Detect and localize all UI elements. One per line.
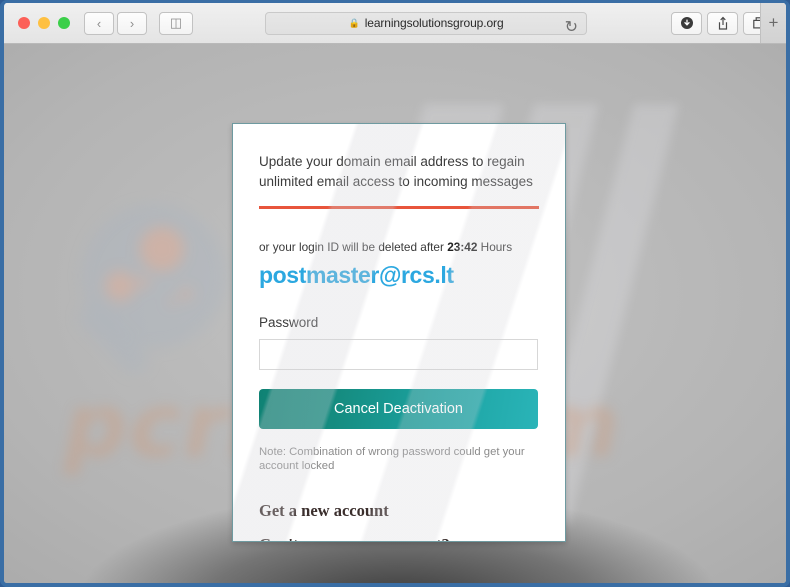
share-icon — [718, 16, 727, 30]
downloads-button[interactable] — [671, 11, 702, 35]
cancel-deactivation-button[interactable]: Cancel Deactivation — [259, 389, 538, 429]
get-new-account-link[interactable]: Get a new account — [259, 501, 539, 521]
browser-toolbar: ‹ › ◫ 🔒 learningsolutionsgroup.org ↻ + — [4, 3, 786, 44]
deadline-notice: or your login ID will be deleted after 2… — [259, 240, 539, 254]
share-button[interactable] — [707, 11, 738, 35]
lock-icon: 🔒 — [348, 17, 360, 28]
orange-divider — [259, 206, 539, 209]
cant-access-account-link[interactable]: Can't access your account? — [259, 535, 539, 541]
deadline-prefix: or your login ID will be deleted after — [259, 240, 448, 254]
note-line-1: Note: Combination of wrong password coul… — [259, 446, 525, 458]
plus-icon: + — [768, 13, 779, 32]
maximize-window-button[interactable] — [58, 17, 70, 29]
chevron-right-icon: › — [129, 15, 135, 31]
close-window-button[interactable] — [18, 17, 30, 29]
headline-line-2: unlimited email access to incoming messa… — [259, 173, 533, 189]
forward-button[interactable]: › — [117, 11, 147, 35]
headline: Update your domain email address to rega… — [259, 152, 539, 191]
reload-icon[interactable]: ↻ — [565, 17, 578, 37]
phishing-form-card: Update your domain email address to rega… — [232, 123, 566, 542]
card-content: Update your domain email address to rega… — [233, 124, 565, 541]
sidebar-toggle-button[interactable]: ◫ — [159, 11, 193, 35]
navigation-buttons: ‹ › — [84, 11, 147, 35]
headline-line-1: Update your domain email address to rega… — [259, 154, 525, 169]
password-input[interactable] — [259, 339, 538, 370]
deadline-time: 23:42 — [447, 240, 478, 254]
back-button[interactable]: ‹ — [84, 11, 114, 35]
account-email: postmaster@rcs.lt — [259, 262, 454, 288]
deadline-suffix: Hours — [477, 240, 513, 254]
address-bar[interactable]: 🔒 learningsolutionsgroup.org ↻ — [265, 11, 587, 37]
url-text: learningsolutionsgroup.org — [364, 16, 504, 30]
sidebar-icon: ◫ — [169, 15, 183, 30]
downloads-icon — [680, 17, 693, 29]
note-line-2: account locked — [259, 460, 335, 472]
warning-note: Note: Combination of wrong password coul… — [259, 445, 539, 473]
chevron-left-icon: ‹ — [96, 15, 102, 31]
password-label: Password — [259, 315, 319, 330]
toolbar-right-buttons — [671, 11, 774, 35]
web-page-viewport: pcrisk.com Update your domain email addr… — [4, 44, 786, 583]
url-bar-container: 🔒 learningsolutionsgroup.org ↻ — [193, 11, 659, 37]
window-controls — [18, 17, 70, 29]
new-tab-button[interactable]: + — [760, 3, 786, 43]
browser-window: ‹ › ◫ 🔒 learningsolutionsgroup.org ↻ + U… — [0, 0, 790, 587]
minimize-window-button[interactable] — [38, 17, 50, 29]
